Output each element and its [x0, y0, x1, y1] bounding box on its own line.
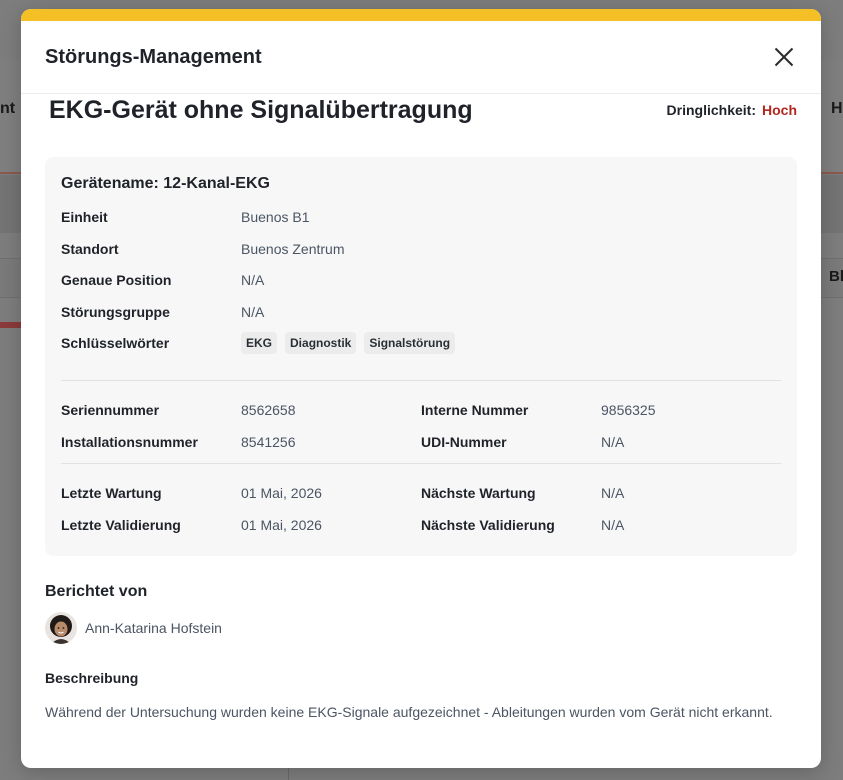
keyword-tag: Signalstörung	[364, 332, 456, 354]
modal-header: Störungs-Management	[21, 21, 821, 94]
description-heading: Beschreibung	[45, 670, 139, 686]
maintenance-row-1: Letzte Wartung 01 Mai, 2026 Nächste Wart…	[61, 485, 781, 517]
reporter-name: Ann-Katarina Hofstein	[85, 620, 222, 636]
serial-value: 8562658	[241, 402, 296, 418]
device-name-title: Gerätename: 12-Kanal-EKG	[61, 175, 270, 192]
udi-number-label: UDI-Nummer	[421, 433, 507, 450]
modal-body: EKG-Gerät ohne Signalübertragung Dringli…	[21, 96, 821, 722]
field-row-keywords: Schlüsselwörter EKG Diagnostik Signalstö…	[61, 332, 781, 369]
last-maintenance-label: Letzte Wartung	[61, 485, 162, 501]
keyword-tag: Diagnostik	[285, 332, 357, 354]
urgency-value: Hoch	[762, 102, 797, 118]
keyword-tags: EKG Diagnostik Signalstörung	[241, 332, 456, 354]
field-label: Störungsgruppe	[61, 303, 170, 320]
close-icon[interactable]	[771, 44, 797, 70]
internal-number-label: Interne Nummer	[421, 402, 529, 418]
field-label: Genaue Position	[61, 272, 172, 288]
modal-accent-bar	[21, 9, 821, 21]
device-card: Gerätename: 12-Kanal-EKG Einheit Buenos …	[45, 157, 797, 556]
field-label: Standort	[61, 240, 119, 257]
next-validation-value: N/A	[601, 516, 625, 533]
next-validation-label: Nächste Validierung	[421, 516, 555, 533]
avatar	[45, 612, 77, 644]
udi-number-value: N/A	[601, 433, 625, 450]
incident-title-row: EKG-Gerät ohne Signalübertragung Dringli…	[45, 96, 797, 125]
install-number-label: Installationsnummer	[61, 433, 198, 450]
reporter: Ann-Katarina Hofstein	[45, 612, 797, 644]
maintenance-row-2: Letzte Validierung 01 Mai, 2026 Nächste …	[61, 517, 781, 549]
id-row-1: Seriennummer 8562658 Interne Nummer 9856…	[61, 402, 781, 434]
field-value: Buenos Zentrum	[241, 240, 345, 257]
field-row-fault-group: Störungsgruppe N/A	[61, 304, 781, 336]
field-value: N/A	[241, 272, 265, 288]
field-value: N/A	[241, 303, 265, 320]
id-row-2: Installationsnummer 8541256 UDI-Nummer N…	[61, 434, 781, 466]
field-row-location: Standort Buenos Zentrum	[61, 241, 781, 273]
last-validation-label: Letzte Validierung	[61, 516, 181, 533]
serial-label: Seriennummer	[61, 402, 160, 418]
field-row-position: Genaue Position N/A	[61, 272, 781, 304]
internal-number-value: 9856325	[601, 402, 656, 418]
background-text-right: H	[831, 100, 843, 117]
incident-title: EKG-Gerät ohne Signalübertragung	[49, 96, 473, 124]
incident-modal: Störungs-Management EKG-Gerät ohne Signa…	[21, 9, 821, 768]
keyword-tag: EKG	[241, 332, 278, 354]
urgency-indicator: Dringlichkeit: Hoch	[667, 102, 797, 118]
keywords-label: Schlüsselwörter	[61, 335, 170, 351]
field-label: Einheit	[61, 209, 108, 225]
background-status-bar	[0, 322, 22, 328]
urgency-label: Dringlichkeit:	[666, 102, 756, 118]
next-maintenance-value: N/A	[601, 485, 625, 501]
last-validation-value: 01 Mai, 2026	[241, 516, 322, 533]
card-divider	[61, 463, 781, 464]
field-value: Buenos B1	[241, 209, 310, 225]
background-text-left: nt	[0, 100, 16, 117]
install-number-value: 8541256	[241, 433, 296, 450]
reporter-heading: Berichtet von	[45, 583, 148, 600]
background-column-header: Bl	[829, 268, 843, 285]
description-text: Während der Untersuchung wurden keine EK…	[45, 704, 773, 720]
last-maintenance-value: 01 Mai, 2026	[241, 485, 322, 501]
next-maintenance-label: Nächste Wartung	[421, 485, 536, 501]
card-divider	[61, 380, 781, 381]
field-row-unit: Einheit Buenos B1	[61, 209, 781, 241]
modal-title: Störungs-Management	[45, 45, 262, 68]
